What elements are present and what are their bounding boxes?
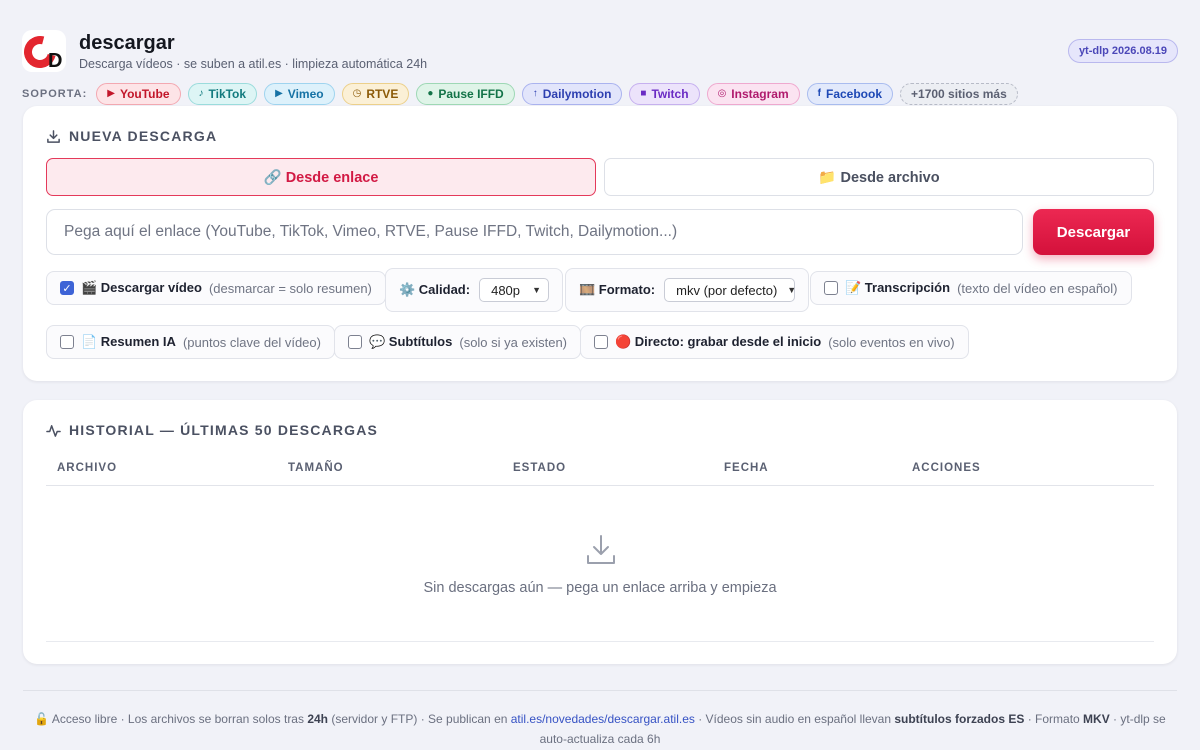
subtitles-checkbox[interactable] xyxy=(348,335,362,349)
logo-letter: D xyxy=(48,50,63,72)
chip-label: Facebook xyxy=(826,87,883,101)
column-fecha: FECHA xyxy=(724,462,769,474)
supported-sites: SOPORTA: ▶ YouTube ♪ TikTok ▶ Vimeo ◷ RTVE ●… xyxy=(22,82,1018,106)
column-acciones: ACCIONES xyxy=(912,462,981,474)
chip-label: Instagram xyxy=(731,87,789,101)
option-download-video[interactable]: ✓ 🎬 Descargar vídeo (desmarcar = solo re… xyxy=(46,271,386,305)
option-label: 💬 Subtítulos xyxy=(369,334,453,349)
option-label: 📄 Resumen IA xyxy=(81,334,176,349)
quality-label: ⚙️ Calidad: xyxy=(399,282,471,297)
youtube-icon: ▶ xyxy=(107,88,115,99)
site-chip-rtve: ◷ RTVE xyxy=(341,83,410,105)
twitch-icon: ■ xyxy=(640,88,647,99)
mode-link-button[interactable]: 🔗 Desde enlace xyxy=(46,158,596,196)
site-chip-pause-iffd: ● Pause IFFD xyxy=(416,83,515,105)
chip-label: Dailymotion xyxy=(542,87,612,101)
site-chip-twitch: ■ Twitch xyxy=(629,83,700,105)
url-input[interactable] xyxy=(46,209,1023,255)
vimeo-icon: ▶ xyxy=(275,88,283,99)
video-checkbox[interactable]: ✓ xyxy=(60,281,74,295)
chevron-down-icon: ▼ xyxy=(532,285,542,295)
new-download-heading: NUEVA DESCARGA xyxy=(46,128,217,144)
column-tamano: TAMAÑO xyxy=(288,462,344,474)
site-chip-more: +1700 sitios más xyxy=(900,83,1018,105)
download-icon xyxy=(47,129,60,143)
app-title: descargar xyxy=(79,32,175,54)
heading-text: HISTORIAL — ÚLTIMAS 50 DESCARGAS xyxy=(69,422,379,438)
option-label: 📝 Transcripción xyxy=(845,280,951,295)
history-card: HISTORIAL — ÚLTIMAS 50 DESCARGAS ARCHIVO… xyxy=(23,400,1177,664)
page-footer: 🔓 Acceso libre · Los archivos se borran … xyxy=(23,690,1177,749)
chip-label: Vimeo xyxy=(287,87,324,101)
option-hint: (puntos clave del vídeo) xyxy=(182,334,321,350)
site-chip-youtube: ▶ YouTube xyxy=(96,83,181,105)
option-hint: (texto del vídeo en español) xyxy=(957,280,1118,296)
format-label: 🎞️ Formato: xyxy=(579,282,656,297)
option-hint: (solo eventos en vivo) xyxy=(828,334,955,350)
footer-text: · Vídeos sin audio en español llevan xyxy=(694,712,895,726)
footer-link[interactable]: atil.es/novedades/descargar.atil.es xyxy=(511,712,695,726)
download-icon xyxy=(587,535,615,564)
footer-bold: subtítulos forzados ES xyxy=(894,712,1025,726)
footer-text: · Formato xyxy=(1024,712,1084,726)
version-badge: yt-dlp 2026.08.19 xyxy=(1067,39,1178,63)
option-quality: ⚙️ Calidad: 480p ▼ xyxy=(385,268,564,312)
site-chip-tiktok: ♪ TikTok xyxy=(187,83,258,105)
app-header: D descargar Descarga vídeos · se suben a… xyxy=(22,30,1178,74)
history-table-header: ARCHIVO TAMAÑO ESTADO FECHA ACCIONES xyxy=(46,458,1154,486)
option-live[interactable]: 🔴 Directo: grabar desde el inicio (solo … xyxy=(580,325,969,359)
tiktok-icon: ♪ xyxy=(198,88,204,99)
footer-text: (servidor y FTP) · Se publican en xyxy=(328,712,511,726)
empty-message: Sin descargas aún — pega un enlace arrib… xyxy=(423,580,777,596)
site-chip-vimeo: ▶ Vimeo xyxy=(264,83,335,105)
column-estado: ESTADO xyxy=(513,462,567,474)
option-subtitles[interactable]: 💬 Subtítulos (solo si ya existen) xyxy=(334,325,582,359)
chip-label: Twitch xyxy=(651,87,689,101)
app-subtitle: Descarga vídeos · se suben a atil.es · l… xyxy=(79,57,428,71)
footer-bold: MKV xyxy=(1083,712,1110,726)
site-chip-facebook: f Facebook xyxy=(806,83,894,105)
activity-icon xyxy=(46,424,61,437)
option-ai-summary[interactable]: 📄 Resumen IA (puntos clave del vídeo) xyxy=(46,325,335,359)
footer-text: 🔓 Acceso libre · Los archivos se borran … xyxy=(34,712,308,726)
transcript-checkbox[interactable] xyxy=(824,281,838,295)
chip-label: RTVE xyxy=(366,87,399,101)
summary-checkbox[interactable] xyxy=(60,335,74,349)
quality-value: 480p xyxy=(491,282,521,298)
mode-file-button[interactable]: 📁 Desde archivo xyxy=(604,158,1154,196)
app-logo: D xyxy=(22,30,66,72)
download-button[interactable]: Descargar xyxy=(1033,209,1154,255)
new-download-card: NUEVA DESCARGA 🔗 Desde enlace 📁 Desde ar… xyxy=(23,106,1177,381)
history-empty-state: Sin descargas aún — pega un enlace arrib… xyxy=(46,486,1154,642)
instagram-icon: ◎ xyxy=(717,88,727,99)
option-transcript[interactable]: 📝 Transcripción (texto del vídeo en espa… xyxy=(810,271,1132,305)
option-format: 🎞️ Formato: mkv (por defecto) ▼ xyxy=(565,268,810,312)
site-chip-dailymotion: ↑ Dailymotion xyxy=(521,83,623,105)
option-hint: (desmarcar = solo resumen) xyxy=(208,280,372,296)
option-hint: (solo si ya existen) xyxy=(459,334,568,350)
format-value: mkv (por defecto) xyxy=(676,282,778,298)
footer-bold: 24h xyxy=(307,712,329,726)
column-archivo: ARCHIVO xyxy=(57,462,118,474)
option-label: 🔴 Directo: grabar desde el inicio xyxy=(615,334,822,349)
facebook-icon: f xyxy=(817,88,821,99)
live-checkbox[interactable] xyxy=(594,335,608,349)
chip-label: YouTube xyxy=(119,87,170,101)
chip-label: Pause IFFD xyxy=(438,87,504,101)
dailymotion-icon: ↑ xyxy=(532,88,538,99)
site-chip-instagram: ◎ Instagram xyxy=(706,83,800,105)
option-label: 🎬 Descargar vídeo xyxy=(81,280,202,295)
pause-iffd-icon: ● xyxy=(427,88,434,99)
format-select[interactable]: mkv (por defecto) ▼ xyxy=(664,278,797,302)
supports-label: SOPORTA: xyxy=(22,88,88,100)
chevron-down-icon: ▼ xyxy=(787,285,797,295)
quality-select[interactable]: 480p ▼ xyxy=(479,278,550,302)
chip-label: +1700 sitios más xyxy=(911,87,1007,101)
chip-label: TikTok xyxy=(208,87,247,101)
rtve-icon: ◷ xyxy=(352,88,362,99)
heading-text: NUEVA DESCARGA xyxy=(69,128,218,144)
history-heading: HISTORIAL — ÚLTIMAS 50 DESCARGAS xyxy=(46,422,378,438)
